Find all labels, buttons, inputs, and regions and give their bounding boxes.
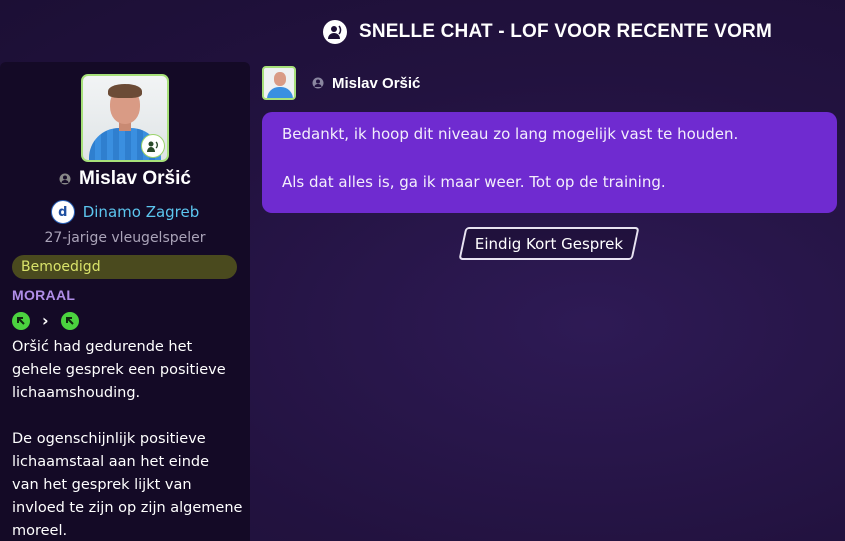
end-conversation-button[interactable]: Eindig Kort Gesprek [458, 227, 640, 260]
header: SNELLE CHAT - LOF VOOR RECENTE VORM [250, 12, 845, 52]
player-name[interactable]: Mislav Oršić [79, 168, 191, 190]
page-title: SNELLE CHAT - LOF VOOR RECENTE VORM [358, 21, 773, 42]
player-role: 27-jarige vleugelspeler [44, 230, 206, 246]
person-icon [59, 173, 71, 185]
morale-up-icon [12, 311, 30, 330]
chat-bubble: Bedankt, ik hoop dit niveau zo lang moge… [262, 112, 837, 213]
speaker-avatar[interactable] [262, 66, 296, 100]
end-conversation-label: Eindig Kort Gesprek [474, 234, 624, 253]
speaker-name-row: Mislav Oršić [312, 75, 420, 92]
club-logo-icon: d [50, 200, 75, 224]
chat-speaker-row: Mislav Oršić [262, 66, 420, 100]
chevron-right-icon: › [42, 311, 49, 330]
speaker-name[interactable]: Mislav Oršić [332, 75, 420, 92]
avatar-head [274, 72, 286, 86]
morale-change: › [12, 311, 79, 330]
chat-person-icon [322, 20, 347, 44]
morale-label: MORAAL [12, 287, 76, 303]
chat-line: Als dat alles is, ga ik maar weer. Tot o… [282, 173, 666, 191]
avatar-shirt [267, 87, 293, 98]
morale-description: Oršić had gedurende het gehele gesprek e… [12, 339, 243, 539]
mood-badge: Bemoedigd [12, 255, 237, 279]
chat-line: Bedankt, ik hoop dit niveau zo lang moge… [282, 125, 739, 143]
club-name[interactable]: Dinamo Zagreb [83, 203, 200, 221]
club-row[interactable]: d Dinamo Zagreb [0, 200, 250, 224]
person-icon [312, 77, 324, 89]
morale-up-icon [60, 311, 79, 330]
speaking-icon [141, 134, 165, 158]
player-portrait[interactable] [81, 74, 169, 162]
player-name-row: Mislav Oršić [0, 168, 250, 190]
hair [108, 84, 142, 98]
player-panel: Mislav Oršić d Dinamo Zagreb 27-jarige v… [0, 62, 250, 541]
